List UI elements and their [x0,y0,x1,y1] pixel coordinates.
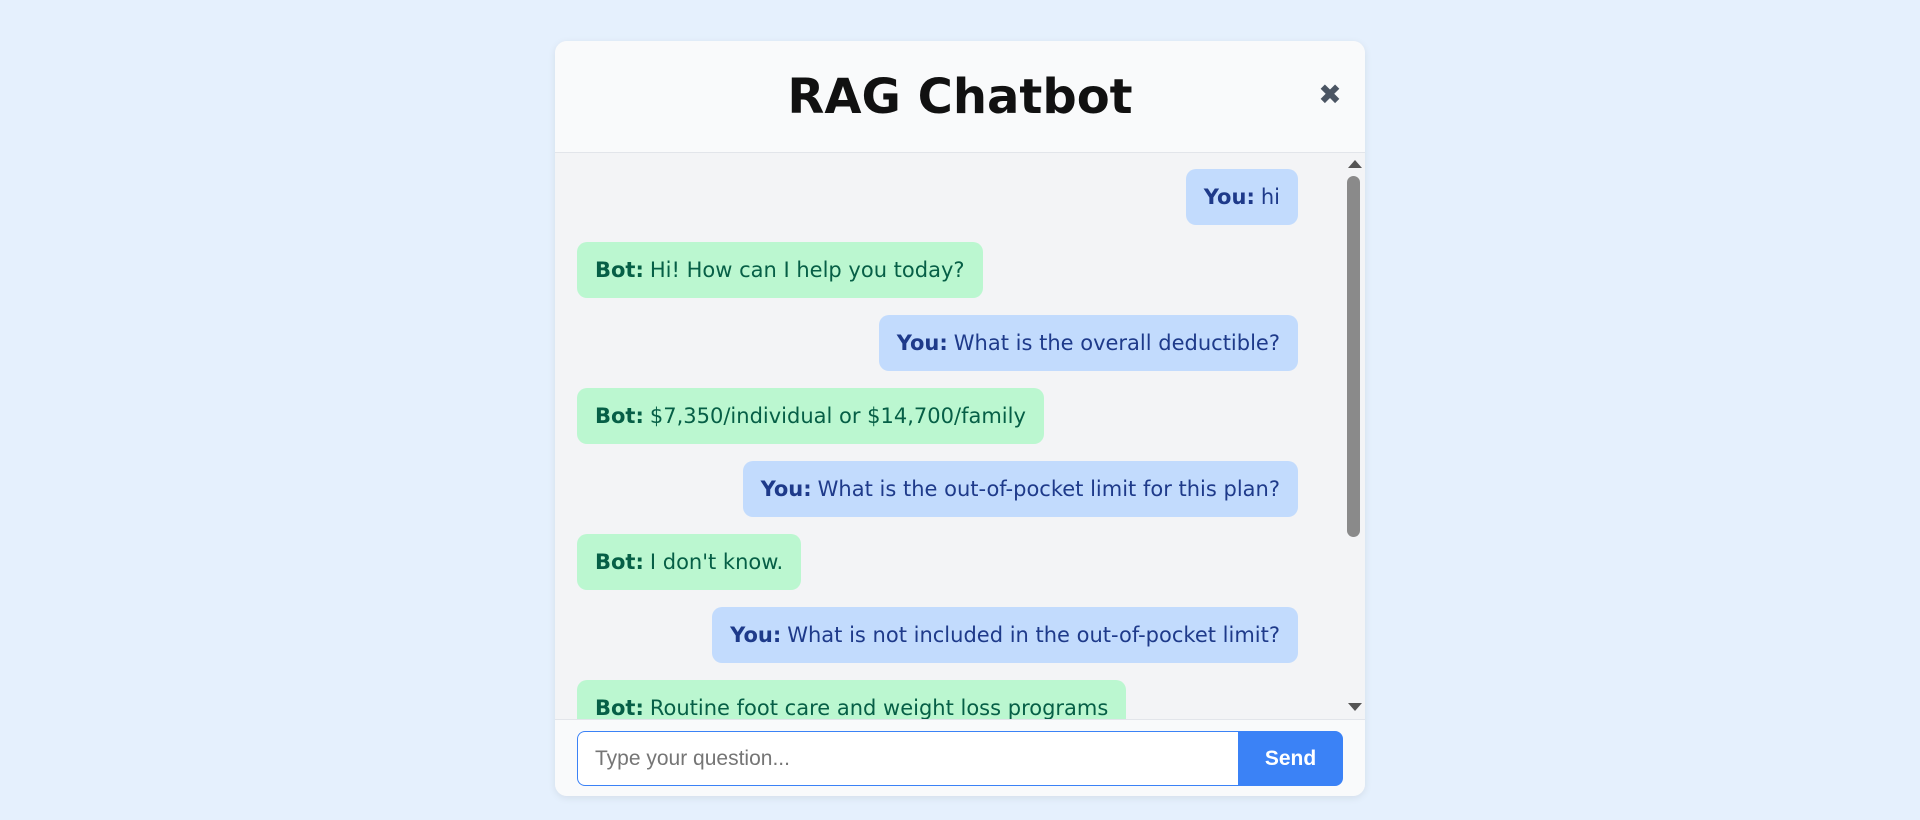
bot-message: Bot: $7,350/individual or $14,700/family [577,388,1044,444]
user-message: You: What is the out-of-pocket limit for… [742,461,1298,517]
user-message: You: What is the overall deductible? [878,315,1298,371]
message-text: hi [1260,185,1280,209]
message-scrollbar[interactable] [1342,154,1365,719]
send-button[interactable]: Send [1238,731,1343,786]
message-text: What is the out-of-pocket limit for this… [817,477,1280,501]
composer: Send [555,719,1365,796]
sender-label: You: [896,331,948,355]
message-text: $7,350/individual or $14,700/family [649,404,1026,428]
question-input[interactable] [577,731,1238,786]
chat-window: RAG Chatbot ✖ You: hi Bot: Hi! How can I… [555,41,1365,796]
scroll-thumb[interactable] [1347,176,1360,537]
scroll-up-arrow-icon[interactable] [1348,160,1362,168]
message-text: Routine foot care and weight loss progra… [649,696,1109,719]
sender-label: Bot: [595,550,644,574]
sender-label: Bot: [595,258,644,282]
bot-message: Bot: Hi! How can I help you today? [577,242,983,298]
sender-label: Bot: [595,404,644,428]
user-message: You: hi [1185,169,1298,225]
sender-label: You: [760,477,812,501]
page-title: RAG Chatbot [787,69,1133,125]
sender-label: You: [730,623,782,647]
message-list[interactable]: You: hi Bot: Hi! How can I help you toda… [555,154,1342,719]
sender-label: Bot: [595,696,644,719]
bot-message: Bot: I don't know. [577,534,802,590]
sender-label: You: [1203,185,1255,209]
message-text: What is not included in the out-of-pocke… [787,623,1280,647]
bot-message: Bot: Routine foot care and weight loss p… [577,680,1127,719]
close-icon[interactable]: ✖ [1315,78,1345,111]
scroll-down-arrow-icon[interactable] [1348,703,1362,711]
chat-header: RAG Chatbot ✖ [555,41,1365,153]
message-text: Hi! How can I help you today? [649,258,965,282]
message-text: I don't know. [649,550,784,574]
user-message: You: What is not included in the out-of-… [712,607,1298,663]
message-text: What is the overall deductible? [953,331,1280,355]
